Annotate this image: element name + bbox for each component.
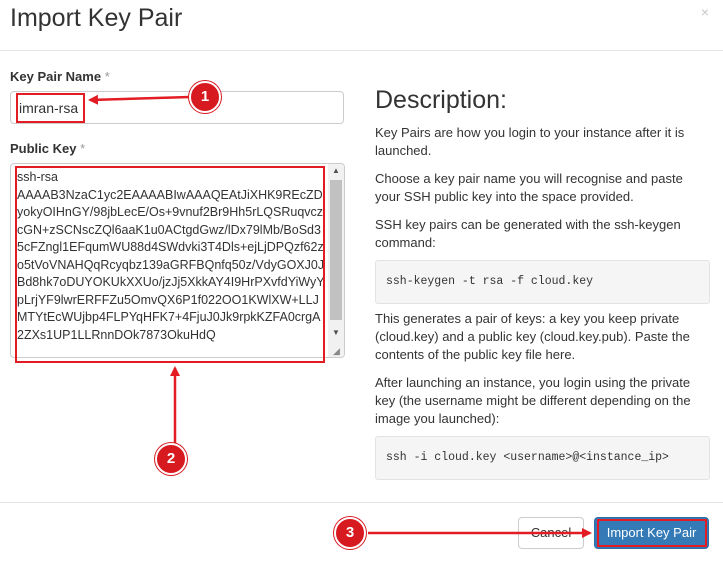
description-paragraph-5: After launching an instance, you login u… bbox=[375, 375, 691, 426]
description-paragraph-2: Choose a key pair name you will recognis… bbox=[375, 171, 683, 204]
dialog-title: Import Key Pair bbox=[10, 4, 183, 32]
scroll-down-icon[interactable]: ▼ bbox=[328, 326, 344, 340]
annotation-badge-3: 3 bbox=[334, 517, 366, 549]
import-key-pair-dialog: Import Key Pair × Key Pair Name * Public… bbox=[0, 0, 723, 561]
key-pair-name-input[interactable] bbox=[10, 91, 344, 124]
cancel-button[interactable]: Cancel bbox=[518, 517, 584, 549]
import-key-pair-button[interactable]: Import Key Pair bbox=[594, 517, 709, 549]
public-key-label: Public Key * bbox=[10, 141, 85, 156]
resize-grip-icon[interactable]: ◢ bbox=[333, 346, 343, 356]
required-marker: * bbox=[104, 69, 110, 84]
key-pair-name-label-text: Key Pair Name bbox=[10, 69, 102, 84]
textarea-scrollbar[interactable]: ▲ ▼ bbox=[328, 164, 344, 357]
required-marker: * bbox=[80, 141, 86, 156]
dialog-header: Import Key Pair × bbox=[0, 0, 723, 51]
public-key-textarea[interactable]: ssh-rsa AAAAB3NzaC1yc2EAAAABIwAAAQEAtJiX… bbox=[10, 163, 345, 358]
scroll-thumb[interactable] bbox=[330, 180, 342, 320]
scroll-up-icon[interactable]: ▲ bbox=[328, 164, 344, 178]
description-heading: Description: bbox=[375, 86, 507, 114]
annotation-badge-2: 2 bbox=[155, 443, 187, 475]
ssh-login-code: ssh -i cloud.key <username>@<instance_ip… bbox=[375, 436, 710, 480]
description-paragraph-1: Key Pairs are how you login to your inst… bbox=[375, 125, 685, 158]
close-icon[interactable]: × bbox=[697, 4, 713, 20]
description-paragraph-3: SSH key pairs can be generated with the … bbox=[375, 217, 681, 250]
description-paragraph-4: This generates a pair of keys: a key you… bbox=[375, 311, 690, 362]
ssh-keygen-code: ssh-keygen -t rsa -f cloud.key bbox=[375, 260, 710, 304]
annotation-badge-1: 1 bbox=[189, 81, 221, 113]
public-key-label-text: Public Key bbox=[10, 141, 77, 156]
key-pair-name-label: Key Pair Name * bbox=[10, 69, 110, 84]
public-key-text[interactable]: ssh-rsa AAAAB3NzaC1yc2EAAAABIwAAAQEAtJiX… bbox=[17, 169, 326, 344]
